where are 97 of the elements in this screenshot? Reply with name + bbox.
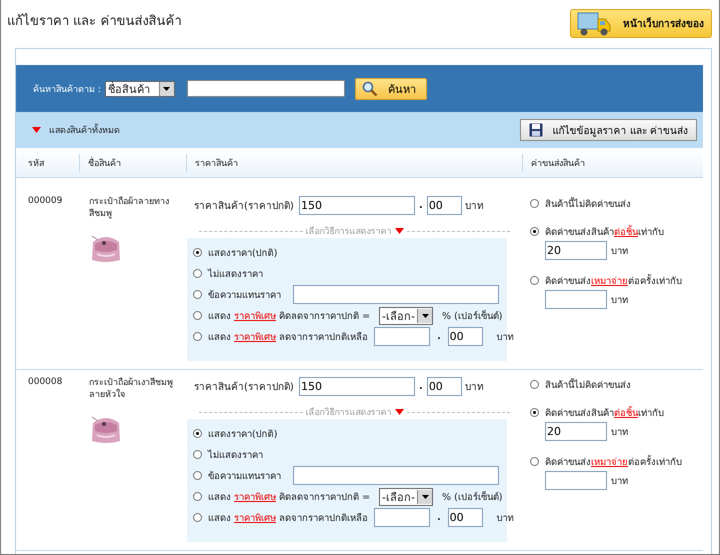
rate-link[interactable]: เหมาจ่าย xyxy=(591,457,628,468)
shipping-cost-field[interactable]: 20 xyxy=(545,241,607,260)
column-header: ค่าขนส่งสินค้า xyxy=(522,154,703,172)
rate-link[interactable]: ต่อชิ้น xyxy=(614,408,638,419)
unit-label: บาท xyxy=(464,200,484,213)
price-field[interactable]: 150 xyxy=(299,196,415,215)
product-name: กระเป๋าถือผ้าลายทางสีชมพู xyxy=(89,196,170,220)
radio-button[interactable] xyxy=(193,429,202,438)
search-field-select[interactable]: ชื่อสินค้า xyxy=(104,80,175,96)
rate-link[interactable]: ต่อชิ้น xyxy=(614,227,638,238)
special-price-link[interactable]: ราคาพิเศษ xyxy=(234,311,276,322)
save-icon xyxy=(528,123,543,137)
radio-button[interactable] xyxy=(193,450,202,459)
price-decimal-field[interactable]: 00 xyxy=(426,196,462,215)
special-price-link[interactable]: ราคาพิเศษ xyxy=(234,513,276,524)
option-label: ข้อความแทนราคา xyxy=(208,289,281,302)
shipping-cost-field[interactable] xyxy=(545,290,607,309)
unit-label: บาท xyxy=(496,331,514,344)
option-label: ไม่แสดงราคา xyxy=(208,448,263,462)
text-field[interactable] xyxy=(293,466,499,485)
radio-button[interactable] xyxy=(193,492,202,501)
radio-button[interactable] xyxy=(530,380,539,389)
radio-button[interactable] xyxy=(193,332,202,341)
decimal-point: . xyxy=(418,200,424,211)
percent-label: % (เปอร์เซ็นต์) xyxy=(442,309,502,323)
amount-field[interactable] xyxy=(374,327,430,346)
option-label: แสดงราคา(ปกติ) xyxy=(208,247,278,260)
percent-label: % (เปอร์เซ็นต์) xyxy=(442,490,502,504)
special-price-link[interactable]: ราคาพิเศษ xyxy=(234,332,276,343)
amount-field[interactable] xyxy=(374,508,430,527)
option-label: ไม่แสดงราคา xyxy=(208,268,263,281)
save-button[interactable]: แก้ไขข้อมูลราคา และ ค่าขนส่ง xyxy=(520,119,697,141)
radio-button[interactable] xyxy=(193,290,202,299)
radio-button[interactable] xyxy=(193,269,202,278)
search-label: ค้นหาสินค้าตาม : xyxy=(33,84,101,96)
unit-label: บาท xyxy=(464,381,484,394)
decimal-point: . xyxy=(436,512,442,523)
special-price-link[interactable]: ราคาพิเศษ xyxy=(234,492,276,503)
unit-label: บาท xyxy=(611,426,628,439)
text-field[interactable] xyxy=(293,285,499,304)
rate-link[interactable]: เหมาจ่าย xyxy=(591,276,628,287)
option-label: แสดง ราคาพิเศษ ลดจากราคาปกติเหลือ xyxy=(208,512,368,525)
search-button[interactable]: ค้นหา xyxy=(354,78,427,100)
decimal-point: . xyxy=(436,331,442,342)
decimal-point: . xyxy=(418,381,424,392)
truck-icon xyxy=(577,10,611,36)
column-header: ชื่อสินค้า xyxy=(79,154,186,172)
search-icon xyxy=(362,80,378,96)
radio-button[interactable] xyxy=(530,199,539,208)
option-label: คิดค่าขนส่งเหมาจ่ายต่อครั้งเท่ากับ xyxy=(545,273,682,288)
unit-label: บาท xyxy=(611,294,628,307)
shipping-cost-field[interactable]: 20 xyxy=(545,422,607,441)
column-header: รหัส xyxy=(27,158,46,170)
radio-button[interactable] xyxy=(530,408,539,417)
product-name: กระเป๋าถือผ้าเงาสีชมพูลายหัวใจ xyxy=(89,377,174,401)
radio-button[interactable] xyxy=(193,471,202,480)
radio-button[interactable] xyxy=(530,457,539,466)
unit-label: บาท xyxy=(611,475,628,488)
option-label: คิดค่าขนส่งสินค้าต่อชิ้นเท่ากับ xyxy=(545,405,664,420)
dropdown-arrow-icon xyxy=(422,314,429,318)
shipping-cost-field[interactable] xyxy=(545,471,607,490)
dropdown-arrow-icon xyxy=(163,86,170,90)
price-label: ราคาสินค้า(ราคาปกติ) xyxy=(194,200,295,213)
decimal-field[interactable]: 00 xyxy=(448,508,483,527)
radio-button[interactable] xyxy=(530,227,539,236)
radio-button[interactable] xyxy=(193,513,202,522)
price-field[interactable]: 150 xyxy=(299,377,415,396)
price-decimal-field[interactable]: 00 xyxy=(426,377,462,396)
triangle-down-icon xyxy=(394,409,404,415)
page-title: แก้ไขราคา และ ค่าขนส่งสินค้า xyxy=(7,12,182,31)
search-field[interactable] xyxy=(186,80,345,97)
price-label: ราคาสินค้า(ราคาปกติ) xyxy=(194,380,295,394)
product-code: 000009 xyxy=(27,196,64,208)
unit-label: บาท xyxy=(611,245,628,258)
shipping-page-button[interactable]: หน้าเว็บการส่งของ xyxy=(570,9,712,38)
percent-select[interactable]: -เลือก- xyxy=(379,306,434,324)
radio-button[interactable] xyxy=(193,248,202,257)
option-label: แสดง ราคาพิเศษ ลดจากราคาปกติเหลือ xyxy=(208,331,368,344)
option-label: คิดค่าขนส่งสินค้าต่อชิ้นเท่ากับ xyxy=(545,224,664,239)
triangle-down-icon xyxy=(394,228,404,234)
dropdown-arrow-icon xyxy=(422,494,429,498)
decimal-field[interactable]: 00 xyxy=(448,327,483,346)
triangle-down-icon xyxy=(32,127,41,133)
option-label: แสดง ราคาพิเศษ คิดลดจากราคาปกติ = xyxy=(208,491,370,504)
product-code: 000008 xyxy=(27,377,64,389)
radio-button[interactable] xyxy=(193,311,202,320)
option-label: คิดค่าขนส่งเหมาจ่ายต่อครั้งเท่ากับ xyxy=(545,454,682,469)
radio-button[interactable] xyxy=(530,276,539,285)
column-header: ราคาสินค้า xyxy=(186,154,522,172)
option-label: สินค้านี้ไม่คิดค่าขนส่ง xyxy=(545,377,631,392)
option-label: แสดงราคา(ปกติ) xyxy=(208,428,278,441)
option-label: ข้อความแทนราคา xyxy=(208,470,281,483)
percent-select[interactable]: -เลือก- xyxy=(379,488,434,506)
option-label: แสดง ราคาพิเศษ คิดลดจากราคาปกติ = xyxy=(208,310,370,323)
show-all-link[interactable]: แสดงสินค้าทั้งหมด xyxy=(32,123,120,137)
option-label: สินค้านี้ไม่คิดค่าขนส่ง xyxy=(545,196,631,211)
unit-label: บาท xyxy=(496,512,514,525)
